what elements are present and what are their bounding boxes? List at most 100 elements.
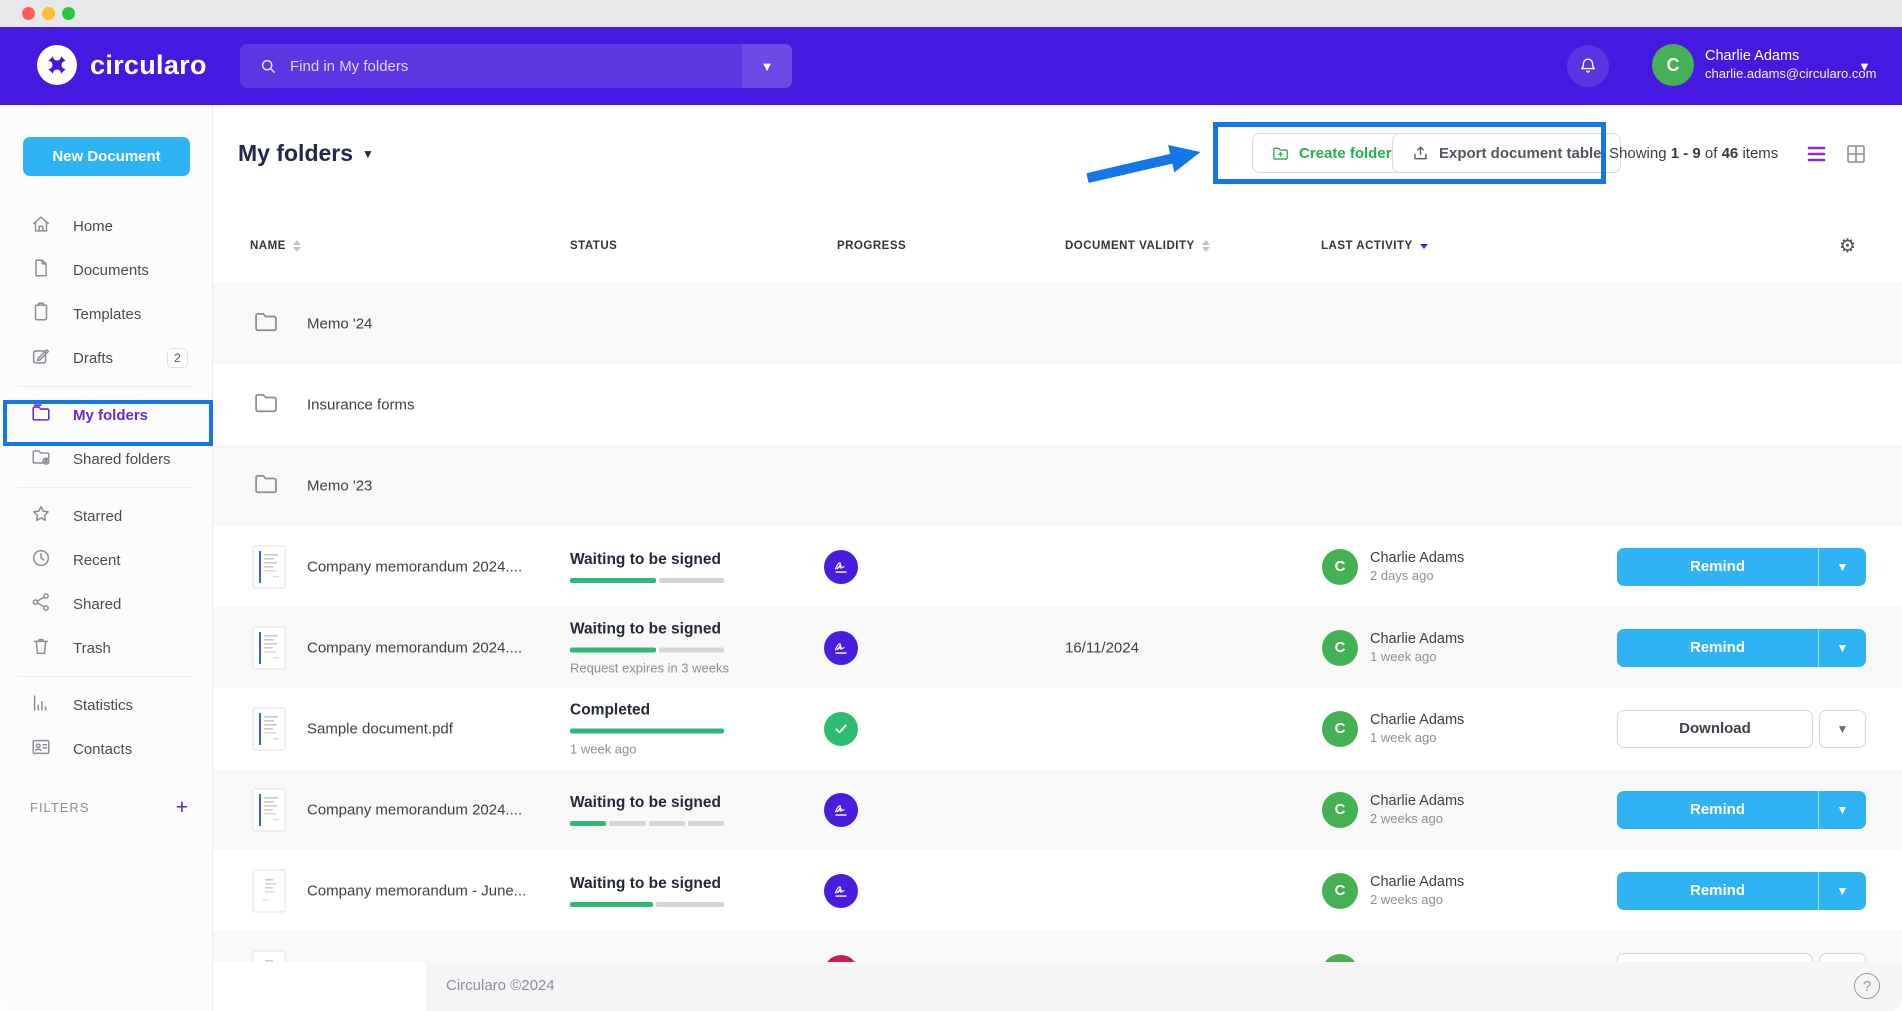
user-menu[interactable]: C Charlie Adams charlie.adams@circularo.…	[1652, 44, 1876, 86]
sidebar-item-contacts[interactable]: Contacts	[0, 727, 212, 771]
sidebar-item-starred[interactable]: Starred	[0, 494, 212, 538]
sort-arrows-icon	[293, 240, 301, 252]
column-header-status[interactable]: STATUS	[570, 240, 617, 252]
remind-button[interactable]: Remind▼	[1617, 872, 1866, 910]
export-label: Export document table	[1439, 145, 1602, 162]
remind-button[interactable]: Remind▼	[1617, 548, 1866, 586]
sidebar-item-home[interactable]: Home	[0, 204, 212, 248]
status-cell: Completed1 week ago	[570, 701, 730, 756]
document-icon	[30, 257, 52, 283]
sidebar-item-label: Shared	[73, 596, 121, 613]
remind-button-label[interactable]: Remind	[1617, 548, 1819, 586]
table-row-document[interactable]: Company memorandum 2024.... Waiting to be…	[213, 526, 1902, 607]
create-folder-button[interactable]: Create folder	[1252, 133, 1411, 173]
folder-icon	[30, 402, 52, 428]
sidebar-item-label: Statistics	[73, 697, 133, 714]
row-name[interactable]: Memo '24	[307, 315, 372, 332]
add-filter-button[interactable]: +	[176, 797, 188, 818]
last-activity-cell: CCharlie Adams	[1322, 954, 1464, 963]
column-header-name[interactable]: NAME	[250, 240, 301, 252]
table-row-folder[interactable]: Memo '24	[213, 283, 1902, 364]
remind-button-label[interactable]: Remind	[1617, 791, 1819, 829]
maximize-window-button[interactable]	[62, 7, 75, 20]
sidebar-item-label: Recent	[73, 552, 121, 569]
remind-button-label[interactable]: Remind	[1617, 872, 1819, 910]
list-view-toggle[interactable]	[1805, 142, 1829, 166]
sidebar-item-statistics[interactable]: Statistics	[0, 683, 212, 727]
action-dropdown-caret[interactable]: ▼	[1819, 710, 1866, 748]
row-name[interactable]: Insurance forms	[307, 396, 415, 413]
search-scope-dropdown[interactable]: ▼	[742, 44, 792, 88]
column-header-last-activity[interactable]: LAST ACTIVITY	[1321, 240, 1428, 252]
table-row-document[interactable]: Company memorandum 2024....Waiting to be…	[213, 769, 1902, 850]
table-row-folder[interactable]: Insurance forms	[213, 364, 1902, 445]
table-settings-gear-icon[interactable]: ⚙	[1839, 235, 1856, 258]
action-dropdown-caret[interactable]: ▼	[1819, 953, 1866, 963]
sidebar-item-recent[interactable]: Recent	[0, 538, 212, 582]
row-name[interactable]: Company memorandum 2024....	[307, 558, 522, 575]
export-document-table-button[interactable]: Export document table	[1392, 133, 1621, 173]
help-button[interactable]: ?	[1854, 973, 1880, 999]
new-document-button[interactable]: New Document	[23, 137, 190, 176]
sidebar-item-trash[interactable]: Trash	[0, 626, 212, 670]
table-row-document[interactable]: Company memorandum 2024.... Waiting to be…	[213, 607, 1902, 688]
main-content: My folders ▼ Create folder Export docume…	[213, 105, 1902, 1011]
sidebar-divider	[18, 487, 194, 488]
action-dropdown-caret[interactable]: ▼	[1819, 791, 1866, 829]
remind-button[interactable]: Remind▼	[1617, 791, 1866, 829]
row-name[interactable]: Sample document.pdf	[307, 720, 453, 737]
sidebar-item-my-folders[interactable]: My folders	[0, 393, 212, 437]
page-title[interactable]: My folders ▼	[238, 140, 374, 167]
table-row-document[interactable]: CanceledCCharlie Adams▼	[213, 931, 1902, 962]
chevron-down-icon[interactable]: ▼	[1858, 59, 1871, 74]
row-name[interactable]: Company memorandum - June...	[307, 882, 526, 899]
table-row-folder[interactable]: Memo '23	[213, 445, 1902, 526]
notifications-button[interactable]	[1567, 45, 1609, 87]
folder-icon	[252, 469, 280, 502]
last-activity-cell: CCharlie Adams2 weeks ago	[1322, 792, 1464, 828]
action-button[interactable]: ▼	[1617, 953, 1866, 963]
sidebar-item-drafts[interactable]: Drafts2	[0, 336, 212, 380]
progress-segment	[688, 821, 724, 826]
download-button[interactable]: Download▼	[1617, 710, 1866, 748]
remind-button[interactable]: Remind▼	[1617, 629, 1866, 667]
sidebar-item-templates[interactable]: Templates	[0, 292, 212, 336]
action-dropdown-caret[interactable]: ▼	[1819, 548, 1866, 586]
sidebar-item-documents[interactable]: Documents	[0, 248, 212, 292]
action-dropdown-caret[interactable]: ▼	[1819, 872, 1866, 910]
column-label: NAME	[250, 240, 286, 252]
row-name[interactable]: Company memorandum 2024....	[307, 639, 522, 656]
grid-view-toggle[interactable]	[1844, 142, 1868, 166]
column-header-document-validity[interactable]: DOCUMENT VALIDITY	[1065, 240, 1210, 252]
table-row-document[interactable]: Company memorandum - June...Waiting to b…	[213, 850, 1902, 931]
minimize-window-button[interactable]	[42, 7, 55, 20]
progress-badge	[824, 712, 858, 746]
column-header-progress[interactable]: PROGRESS	[837, 240, 906, 252]
activity-person-name: Charlie Adams	[1370, 712, 1464, 728]
brand-logo[interactable]: circularo	[36, 44, 207, 86]
folder-plus-icon	[1271, 144, 1290, 163]
status-text: Waiting to be signed	[570, 620, 730, 638]
signature-status-icon	[824, 874, 858, 908]
search-input[interactable]	[290, 58, 742, 75]
progress-segment	[609, 821, 645, 826]
close-window-button[interactable]	[22, 7, 35, 20]
document-validity: 16/11/2024	[1065, 639, 1139, 656]
activity-person-name: Charlie Adams	[1370, 793, 1464, 809]
action-dropdown-caret[interactable]: ▼	[1819, 629, 1866, 667]
table-row-document[interactable]: Sample document.pdfCompleted1 week agoCC…	[213, 688, 1902, 769]
row-name[interactable]: Company memorandum 2024....	[307, 801, 522, 818]
sidebar-item-label: Starred	[73, 508, 122, 525]
sidebar-item-shared-folders[interactable]: Shared folders	[0, 437, 212, 481]
row-name[interactable]: Memo '23	[307, 477, 372, 494]
column-label: DOCUMENT VALIDITY	[1065, 240, 1195, 252]
document-thumbnail-icon	[252, 545, 286, 589]
status-cell: Waiting to be signed	[570, 551, 730, 583]
remind-button-label[interactable]: Remind	[1617, 629, 1819, 667]
action-button-label[interactable]	[1617, 953, 1813, 963]
sidebar-item-shared[interactable]: Shared	[0, 582, 212, 626]
document-thumbnail-icon	[252, 788, 286, 832]
download-button-label[interactable]: Download	[1617, 710, 1813, 748]
canceled-status-icon	[824, 955, 858, 963]
trash-icon	[30, 635, 52, 661]
